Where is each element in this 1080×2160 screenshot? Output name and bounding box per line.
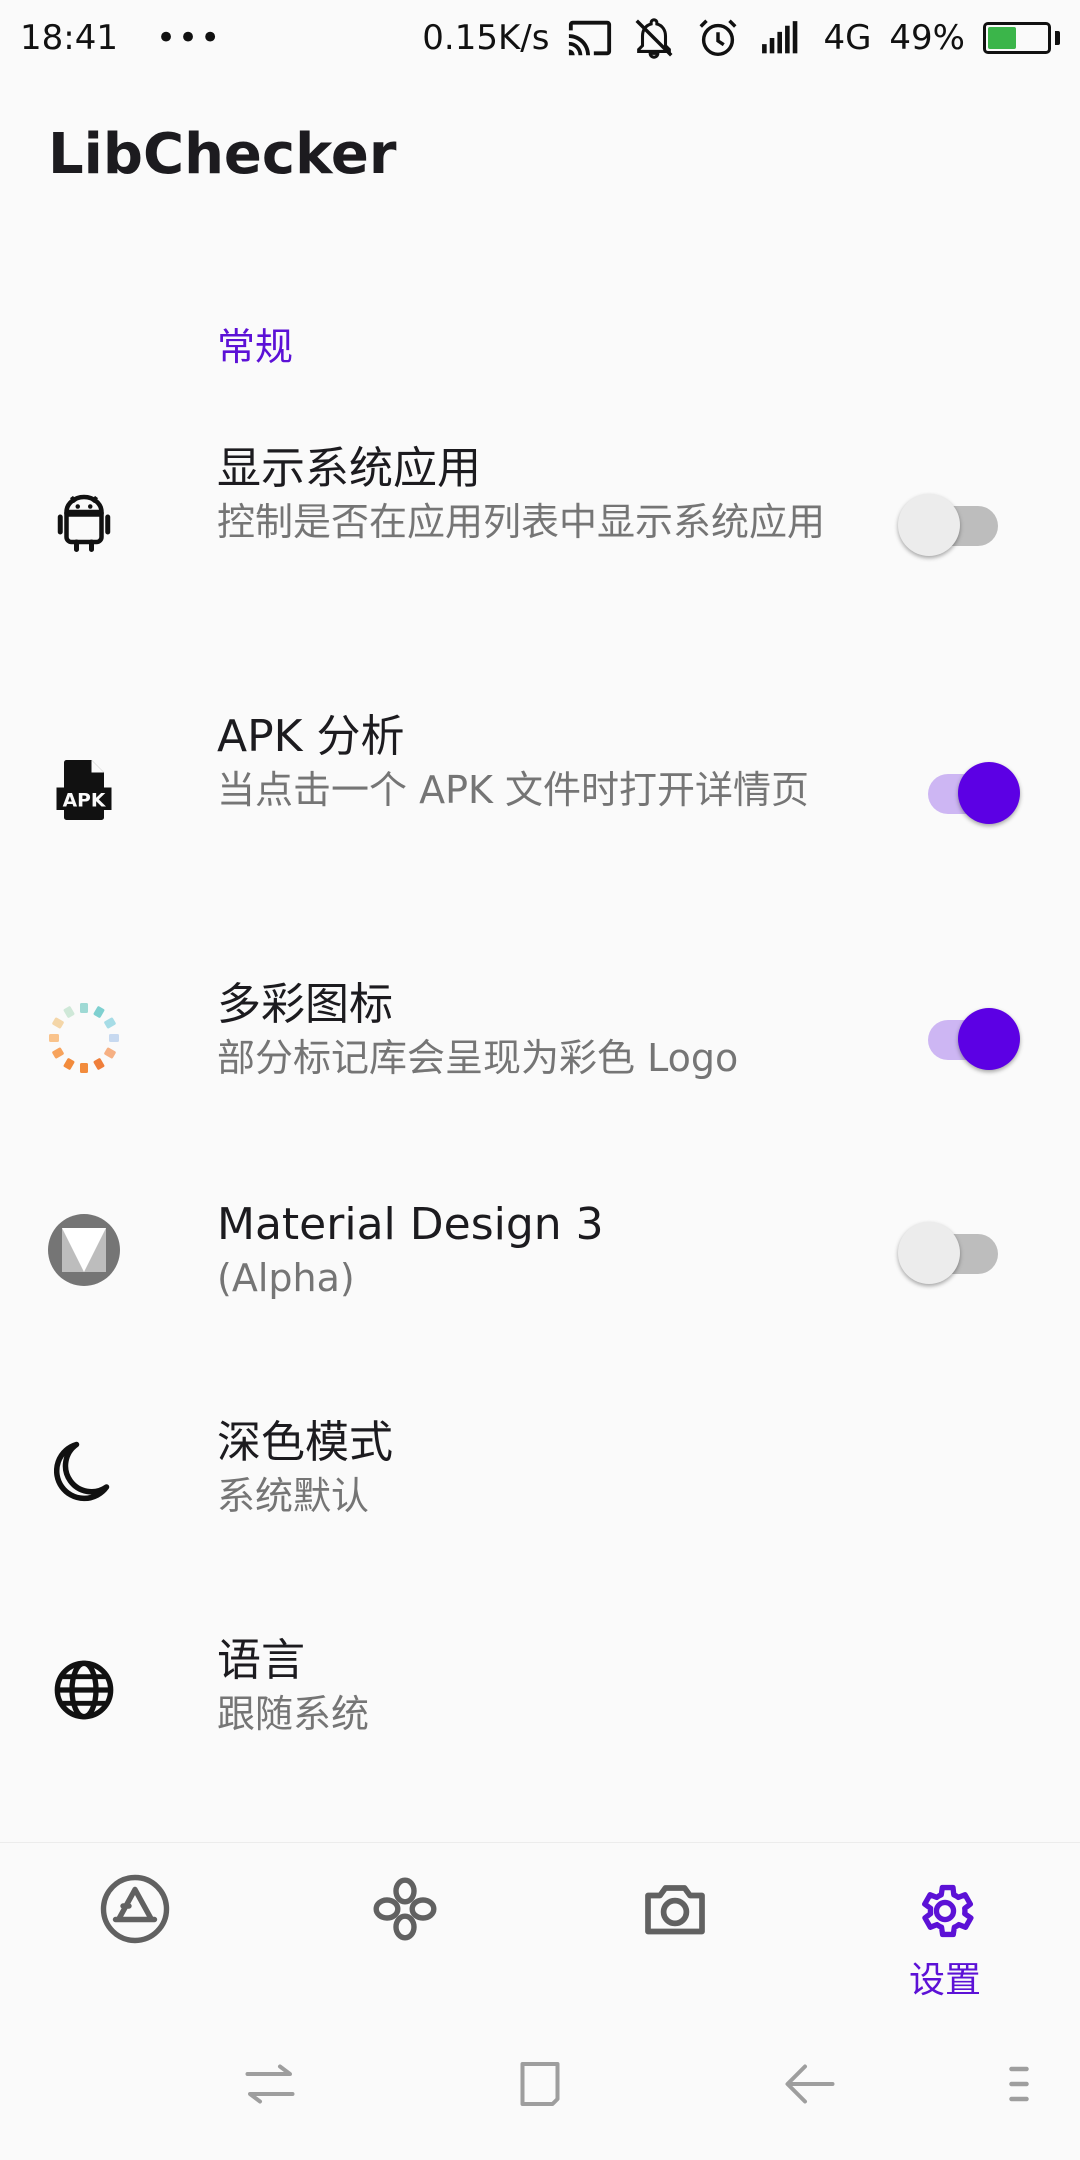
- setting-title: 深色模式: [217, 1417, 393, 1468]
- setting-language[interactable]: 语言 跟随系统: [0, 1632, 1080, 1762]
- status-time: 18:41: [20, 18, 118, 58]
- system-navigation-bar: [0, 2012, 1080, 2160]
- setting-dark-mode[interactable]: 深色模式 系统默认: [0, 1414, 1080, 1544]
- setting-material-design-3[interactable]: Material Design 3 (Alpha): [0, 1196, 1080, 1326]
- apk-file-icon: APK: [48, 754, 120, 826]
- moon-icon: [48, 1436, 120, 1508]
- snapshot-icon: [373, 1877, 437, 1941]
- gear-icon: [922, 1884, 974, 1938]
- setting-title: Material Design 3: [217, 1199, 604, 1250]
- back-arrow-icon[interactable]: [780, 2054, 840, 2114]
- colorful-icons-switch[interactable]: [920, 1000, 1020, 1070]
- android-icon: [48, 486, 120, 558]
- battery-icon: [983, 22, 1060, 54]
- camera-icon: [645, 1885, 705, 1935]
- setting-colorful-icons[interactable]: 多彩图标 部分标记库会呈现为彩色 Logo: [0, 976, 1080, 1106]
- setting-show-system-apps[interactable]: 显示系统应用 控制是否在应用列表中显示系统应用: [0, 440, 1080, 620]
- alarm-icon: [699, 19, 737, 57]
- section-header-general: 常规: [217, 325, 294, 369]
- colorful-ring-icon: [48, 1002, 120, 1074]
- home-square-icon[interactable]: [510, 2054, 570, 2114]
- nav-item-apps[interactable]: [0, 1843, 270, 2003]
- nav-item-camera[interactable]: [540, 1843, 810, 2003]
- cast-icon: [569, 20, 612, 56]
- signal-icon: [762, 21, 798, 54]
- material-design-icon: [48, 1214, 120, 1286]
- page-title: LibChecker: [48, 122, 397, 187]
- material-design-3-switch[interactable]: [898, 1214, 1006, 1284]
- screen: 18:41 ••• 0.15K/s 4G 49% LibChecker 常规 显…: [0, 0, 1080, 2160]
- setting-summary: 跟随系统: [217, 1692, 370, 1736]
- bottom-navigation: 设置: [0, 1842, 1080, 2002]
- setting-title: 语言: [217, 1635, 305, 1686]
- setting-summary: 当点击一个 APK 文件时打开详情页: [217, 768, 809, 812]
- nav-item-settings[interactable]: 设置: [810, 1843, 1080, 2003]
- nav-item-snapshot[interactable]: [270, 1843, 540, 2003]
- app-store-icon: [100, 1874, 170, 1944]
- setting-summary: 系统默认: [217, 1474, 370, 1518]
- status-network: 4G: [823, 18, 872, 58]
- nav-label-settings: 设置: [908, 1960, 981, 2001]
- status-dots: •••: [155, 18, 223, 58]
- setting-summary: (Alpha): [217, 1256, 355, 1300]
- setting-apk-analysis[interactable]: APK APK 分析 当点击一个 APK 文件时打开详情页: [0, 708, 1080, 888]
- setting-title: 显示系统应用: [217, 443, 481, 494]
- setting-summary: 部分标记库会呈现为彩色 Logo: [217, 1036, 739, 1080]
- status-speed: 0.15K/s: [422, 18, 550, 58]
- setting-title: 多彩图标: [217, 979, 393, 1030]
- status-battery-percent: 49%: [889, 18, 965, 58]
- setting-title: APK 分析: [217, 711, 405, 762]
- menu-dots-icon[interactable]: [1004, 2054, 1034, 2114]
- setting-summary: 控制是否在应用列表中显示系统应用: [217, 500, 826, 544]
- globe-icon: [48, 1654, 120, 1726]
- apk-analysis-switch[interactable]: [920, 754, 1020, 824]
- status-bar: 18:41 ••• 0.15K/s 4G 49%: [0, 0, 1080, 76]
- show-system-apps-switch[interactable]: [898, 486, 1006, 556]
- bell-off-icon: [635, 18, 673, 59]
- switch-apps-icon[interactable]: [240, 2054, 300, 2114]
- svg-text:APK: APK: [63, 790, 107, 811]
